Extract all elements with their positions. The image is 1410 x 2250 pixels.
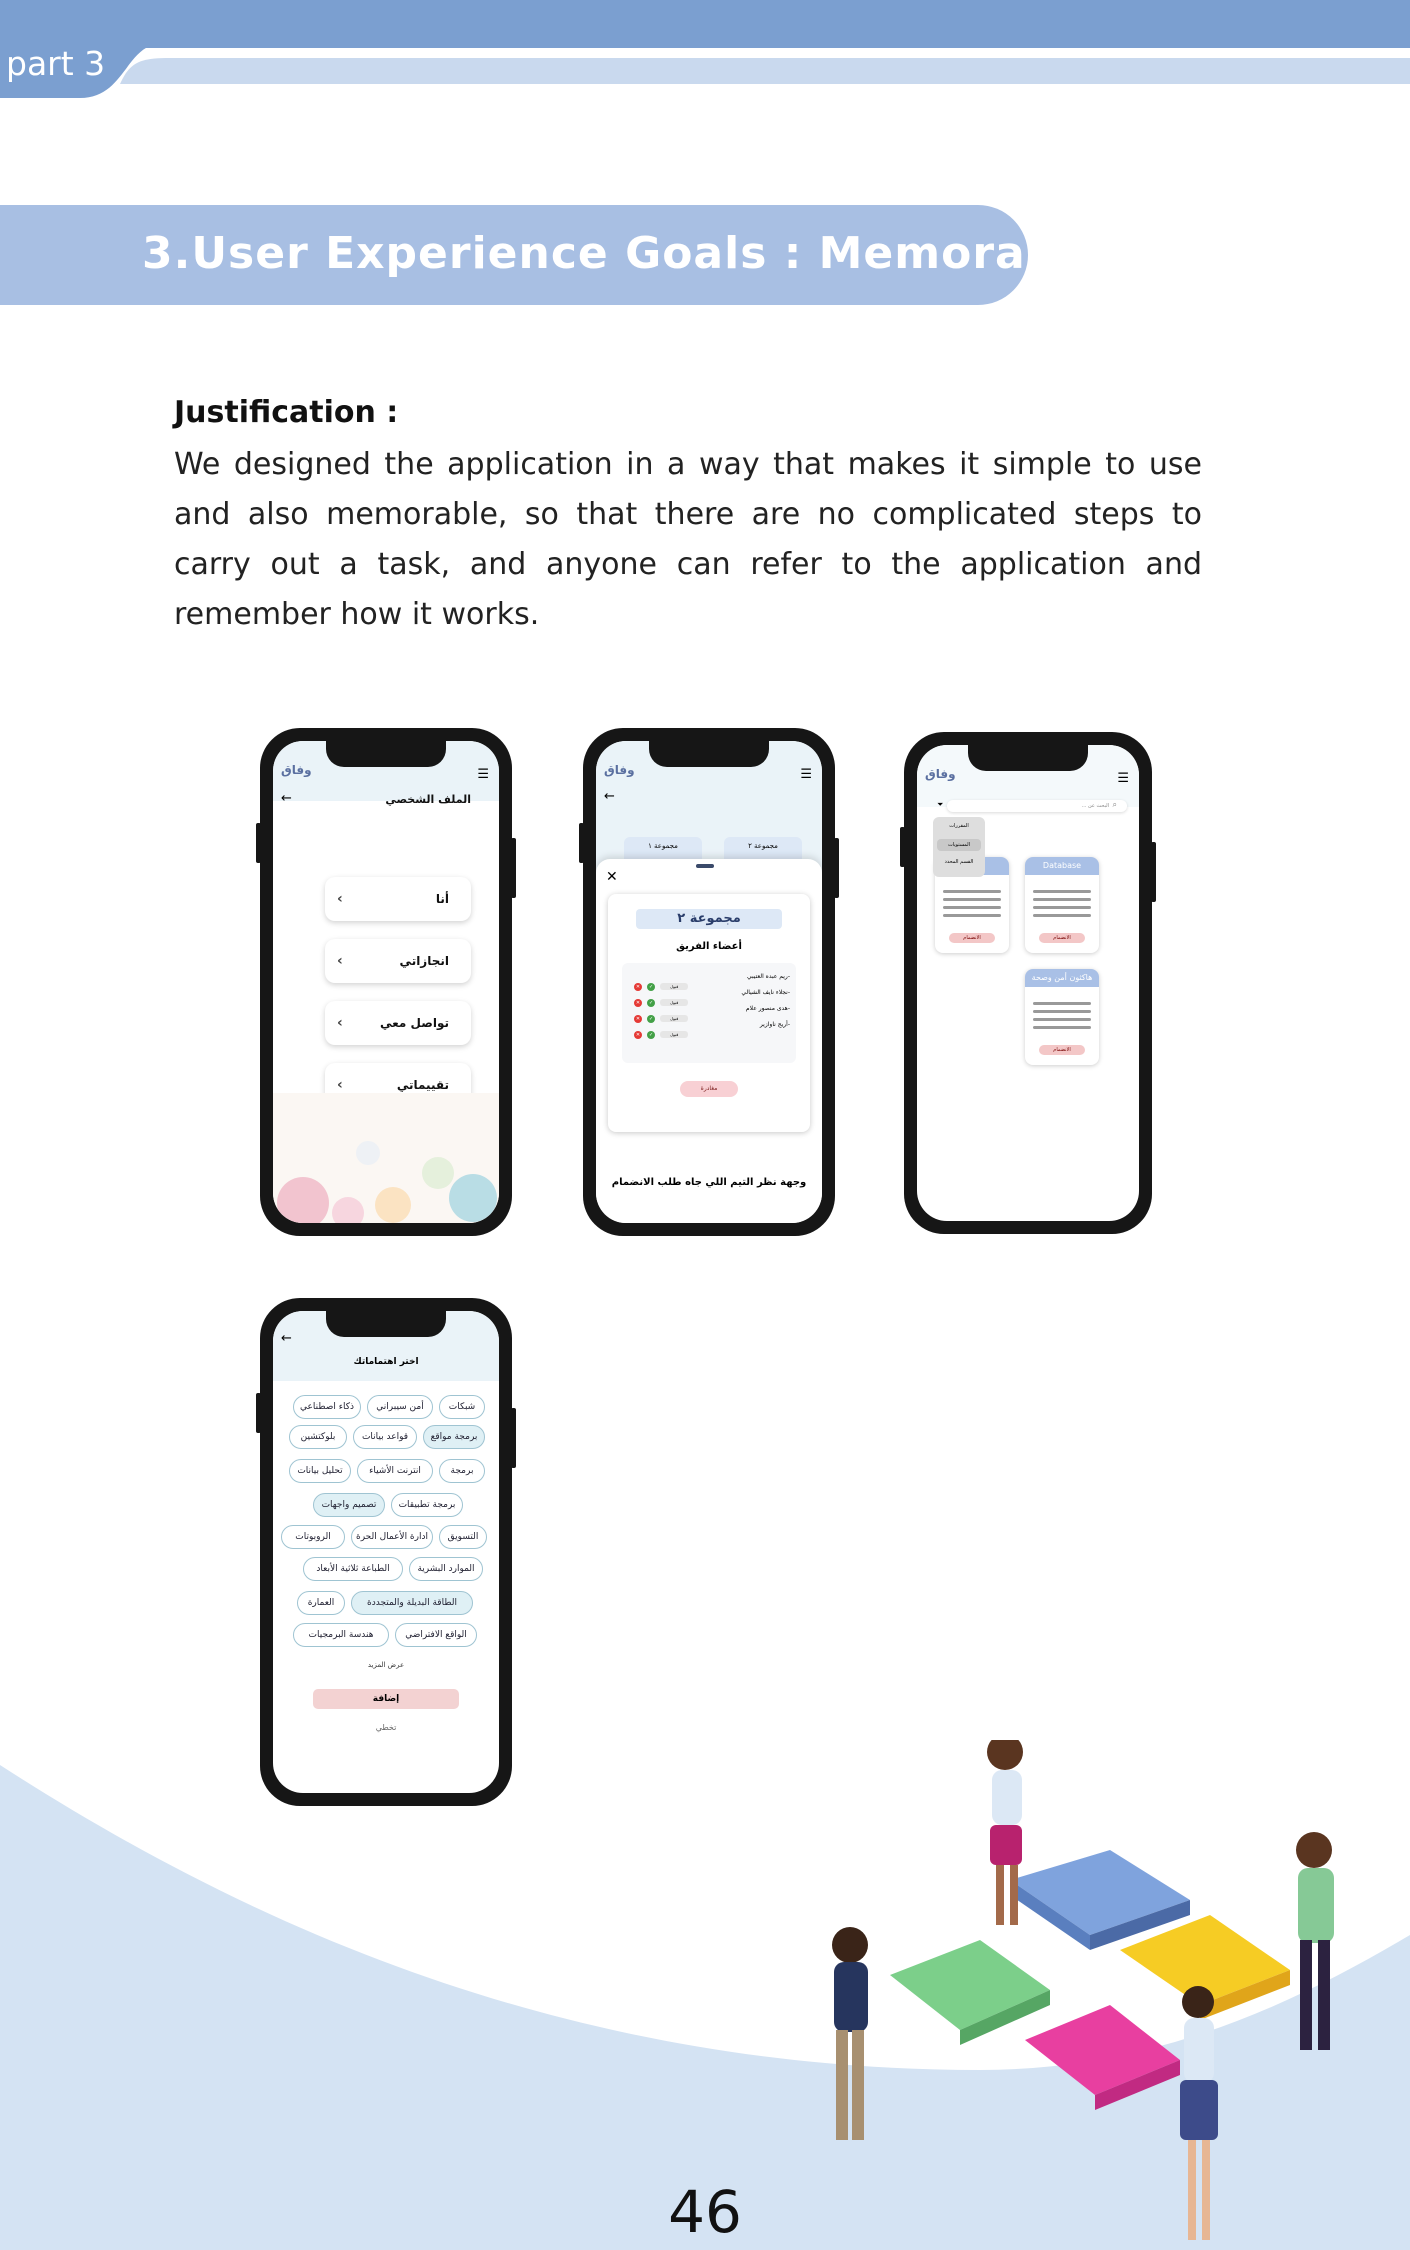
interest-chip[interactable]: الموارد البشرية bbox=[409, 1557, 483, 1581]
card-header: Database bbox=[1025, 857, 1099, 875]
interest-chip[interactable]: تحليل بيانات bbox=[289, 1459, 351, 1483]
interest-chip[interactable]: الطاقة البديلة والمتجددة bbox=[351, 1591, 473, 1615]
justification-text: We designed the application in a way tha… bbox=[174, 447, 1202, 632]
show-more-link[interactable]: عرض المزيد bbox=[273, 1661, 499, 1669]
interest-chip[interactable]: العمارة bbox=[297, 1591, 345, 1615]
profile-screen: وفاق ☰ ← الملف الشخصي › أنا › انجازاتي › تو… bbox=[273, 741, 499, 1223]
phone-search-mockup: وفاق ☰ البحث عن ... ⌕ ⏷ المقررات المستوي… bbox=[900, 732, 1156, 1234]
app-logo: وفاق bbox=[281, 763, 312, 777]
filter-option[interactable]: المستويات bbox=[937, 839, 981, 851]
dialog-title: مجموعة ٢ bbox=[636, 909, 782, 929]
accept-icon[interactable]: ✓ bbox=[647, 1031, 656, 1039]
header-bar bbox=[0, 0, 1410, 48]
leave-button[interactable]: مغادرة bbox=[680, 1081, 738, 1097]
phone-interests-mockup: ← اختر اهتماماتك شبكات أمن سيبراني ذكاء … bbox=[256, 1298, 516, 1806]
filter-icon[interactable]: ⏷ bbox=[937, 800, 943, 810]
interest-chip[interactable]: بلوكتشين bbox=[289, 1425, 347, 1449]
phone-notch bbox=[968, 745, 1088, 771]
interest-chip[interactable]: التسويق bbox=[439, 1525, 487, 1549]
interest-chip[interactable]: انترنت الأشياء bbox=[357, 1459, 433, 1483]
interest-chip[interactable]: الطباعة ثلاثية الأبعاد bbox=[303, 1557, 403, 1581]
member-name: -أريج ناوازير bbox=[759, 1021, 790, 1028]
tab-group-2[interactable]: مجموعة ٢ bbox=[724, 837, 802, 861]
card-header: هاكثون أمن وصحة bbox=[1025, 969, 1099, 987]
interest-chip[interactable]: ذكاء اصطناعي bbox=[293, 1395, 361, 1419]
reject-icon[interactable]: ✕ bbox=[634, 1031, 642, 1039]
interest-chip[interactable]: الروبوتات bbox=[281, 1525, 345, 1549]
search-icon: ⌕ bbox=[1112, 800, 1117, 809]
tab-group-1[interactable]: مجموعة ١ bbox=[624, 837, 702, 861]
filter-option[interactable]: المقررات bbox=[933, 823, 985, 829]
back-arrow-icon[interactable]: ← bbox=[604, 789, 615, 804]
project-card-hackathon[interactable]: هاكثون أمن وصحة الانضمام bbox=[1025, 969, 1099, 1065]
section-title: 3.User Experience Goals : Memorable bbox=[142, 228, 1106, 279]
filter-dropdown: المقررات المستويات القسم المحدد bbox=[933, 817, 985, 877]
screen-title: اختر اهتماماتك bbox=[353, 1357, 419, 1367]
members-panel: -ريم عبده العتيبي -نجلاء نايف الشيالي -ه… bbox=[622, 963, 796, 1063]
join-button[interactable]: الانضمام bbox=[1039, 1045, 1085, 1055]
team-puzzle-illustration bbox=[832, 1740, 1334, 2240]
member-name: -نجلاء نايف الشيالي bbox=[741, 989, 790, 996]
member-name: -هدى منصور علام bbox=[745, 1005, 790, 1012]
interest-chip[interactable]: برمجة تطبيقات bbox=[391, 1493, 463, 1517]
chevron-right-icon: › bbox=[337, 953, 343, 969]
interest-chip[interactable]: شبكات bbox=[439, 1395, 485, 1419]
back-arrow-icon[interactable]: ← bbox=[281, 791, 292, 806]
puzzle-decoration bbox=[273, 1093, 499, 1223]
join-button[interactable]: الانضمام bbox=[949, 933, 995, 943]
close-icon[interactable]: ✕ bbox=[606, 869, 618, 885]
phone-notch bbox=[326, 741, 446, 767]
interest-chip[interactable]: قواعد بيانات bbox=[353, 1425, 417, 1449]
search-input[interactable]: البحث عن ... bbox=[947, 800, 1127, 812]
phone-notch bbox=[326, 1311, 446, 1337]
menu-icon[interactable]: ☰ bbox=[477, 767, 489, 782]
menu-icon[interactable]: ☰ bbox=[1117, 771, 1129, 786]
phone-team-request-mockup: وفاق ☰ ← مجموعة ١ مجموعة ٢ ✕ مجموعة ٢ أع… bbox=[579, 728, 839, 1236]
app-logo: وفاق bbox=[925, 767, 956, 781]
interest-chip[interactable]: هندسة البرمجيات bbox=[293, 1623, 389, 1647]
interest-chip[interactable]: الواقع الافتراضي bbox=[395, 1623, 477, 1647]
app-logo: وفاق bbox=[604, 763, 635, 777]
menu-item-contact[interactable]: › تواصل معي bbox=[325, 1001, 471, 1045]
team-request-screen: وفاق ☰ ← مجموعة ١ مجموعة ٢ ✕ مجموعة ٢ أع… bbox=[596, 741, 822, 1223]
interest-chip[interactable]: تصميم واجهات bbox=[313, 1493, 385, 1517]
header-stripe bbox=[120, 58, 1410, 84]
sheet-handle[interactable] bbox=[696, 864, 714, 868]
interests-screen: ← اختر اهتماماتك شبكات أمن سيبراني ذكاء … bbox=[273, 1311, 499, 1793]
interest-chip[interactable]: أمن سيبراني bbox=[367, 1395, 433, 1419]
menu-icon[interactable]: ☰ bbox=[800, 767, 812, 782]
project-card-database[interactable]: Database الانضمام bbox=[1025, 857, 1099, 953]
back-arrow-icon[interactable]: ← bbox=[281, 1331, 292, 1346]
menu-item-me[interactable]: › أنا bbox=[325, 877, 471, 921]
skip-link[interactable]: تخطي bbox=[273, 1723, 499, 1732]
member-name: -ريم عبده العتيبي bbox=[746, 973, 790, 980]
phone-notch bbox=[649, 741, 769, 767]
interest-chip[interactable]: ادارة الأعمال الحرة bbox=[351, 1525, 433, 1549]
chevron-right-icon: › bbox=[337, 1015, 343, 1031]
menu-item-achievements[interactable]: › انجازاتي bbox=[325, 939, 471, 983]
screen-caption: وجهة نظر التيم اللي جاه طلب الانضمام bbox=[611, 1177, 807, 1188]
accept-button[interactable]: قبول bbox=[660, 1031, 689, 1038]
search-screen: وفاق ☰ البحث عن ... ⌕ ⏷ المقررات المستوي… bbox=[917, 745, 1139, 1221]
interest-chip[interactable]: برمجة مواقع bbox=[423, 1425, 485, 1449]
screen-title: الملف الشخصي bbox=[385, 793, 471, 806]
phone-profile-mockup: وفاق ☰ ← الملف الشخصي › أنا › انجازاتي › تو… bbox=[256, 728, 516, 1236]
interest-chip[interactable]: برمجة bbox=[439, 1459, 485, 1483]
join-button[interactable]: الانضمام bbox=[1039, 933, 1085, 943]
filter-option[interactable]: القسم المحدد bbox=[933, 859, 985, 865]
justification-label: Justification : bbox=[174, 395, 399, 430]
team-members-title: أعضاء الفريق bbox=[676, 941, 742, 952]
add-button[interactable]: إضافة bbox=[313, 1689, 459, 1709]
page-number: 46 bbox=[668, 2178, 742, 2246]
member-actions: ✕ ✓ قبول bbox=[634, 1021, 689, 1040]
chevron-right-icon: › bbox=[337, 891, 343, 907]
part-label: part 3 bbox=[6, 44, 106, 83]
